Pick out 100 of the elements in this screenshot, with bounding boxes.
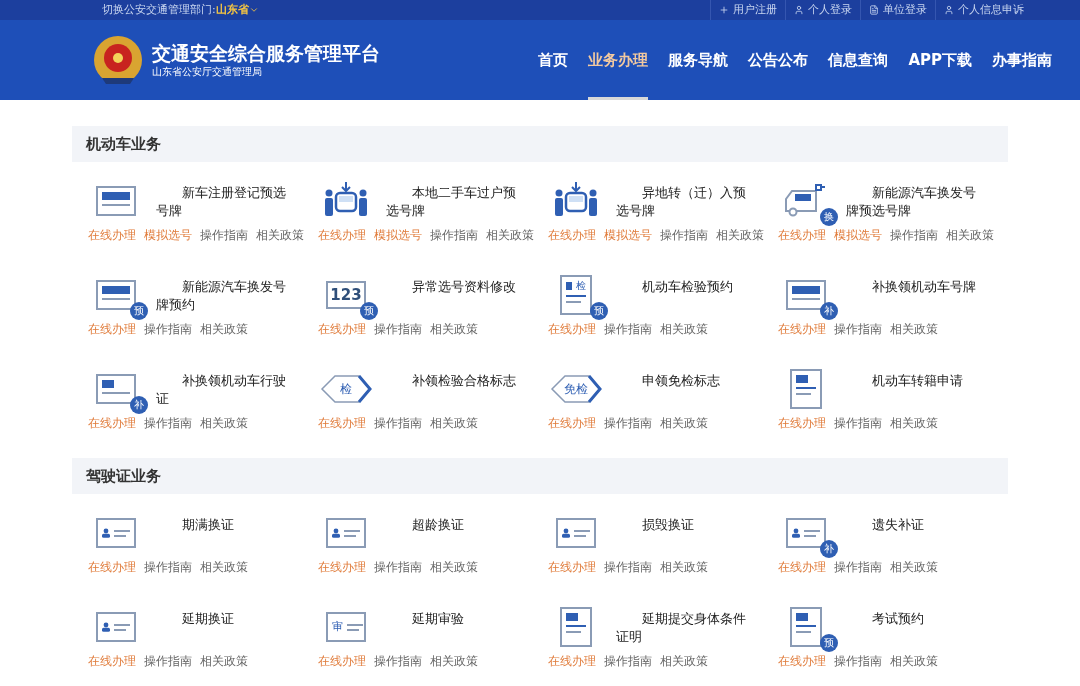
form-icon	[790, 369, 822, 409]
service-link[interactable]: 相关政策	[890, 320, 938, 338]
service-link[interactable]: 相关政策	[430, 652, 478, 670]
diamond-sign-icon: 检	[320, 374, 372, 404]
plate-icon	[96, 186, 136, 216]
service-link[interactable]: 操作指南	[604, 414, 652, 432]
section-title: 驾驶证业务	[86, 465, 161, 487]
badge: 预	[590, 302, 608, 320]
service-title[interactable]: 延期换证	[156, 606, 296, 628]
id-card-icon: 审	[326, 612, 366, 642]
badge: 补	[130, 396, 148, 414]
badge: 预	[360, 302, 378, 320]
caret-icon	[248, 5, 259, 15]
badge: 补	[820, 540, 838, 558]
service-title[interactable]: 超龄换证	[386, 512, 526, 534]
service-link[interactable]: 操作指南	[200, 226, 248, 244]
service-title[interactable]: 期满换证	[156, 512, 296, 534]
nav-tab[interactable]: 信息查询	[828, 20, 889, 100]
plate-icon	[786, 280, 826, 310]
service-link[interactable]: 相关政策	[890, 652, 938, 670]
service-link[interactable]: 操作指南	[890, 226, 938, 244]
service-link[interactable]: 相关政策	[430, 414, 478, 432]
nav-tab[interactable]: 业务办理	[588, 20, 649, 100]
service-link[interactable]: 操作指南	[374, 414, 422, 432]
service-link[interactable]: 相关政策	[716, 226, 764, 244]
nav-tab[interactable]: 办事指南	[992, 20, 1052, 100]
plate-icon	[96, 280, 136, 310]
id-card-icon	[96, 612, 136, 642]
service-title[interactable]: 补领检验合格标志	[386, 368, 526, 390]
service-title[interactable]: 申领免检标志	[616, 368, 756, 390]
service-link[interactable]: 相关政策	[890, 558, 938, 576]
service-link[interactable]: 操作指南	[374, 320, 422, 338]
id-card-icon	[326, 518, 366, 548]
service-title[interactable]: 异常选号资料修改	[386, 274, 526, 296]
user-icon	[794, 5, 804, 15]
service-link[interactable]: 相关政策	[200, 320, 248, 338]
service-title[interactable]: 本地二手车过户预选号牌	[386, 180, 526, 220]
service-link[interactable]: 相关政策	[660, 652, 708, 670]
plus-icon	[719, 5, 729, 15]
service-link[interactable]: 相关政策	[200, 414, 248, 432]
nav-tab[interactable]: 公告公布	[748, 20, 809, 100]
service-title[interactable]: 新能源汽车换发号牌预选号牌	[846, 180, 986, 220]
service-title[interactable]: 机动车检验预约	[616, 274, 756, 296]
user-icon	[944, 5, 954, 15]
service-title[interactable]: 考试预约	[846, 606, 986, 628]
service-link[interactable]: 操作指南	[144, 414, 192, 432]
id-card-icon	[96, 518, 136, 548]
service-title[interactable]: 延期审验	[386, 606, 526, 628]
service-link[interactable]: 操作指南	[834, 414, 882, 432]
document-icon	[869, 5, 879, 15]
service-link[interactable]: 相关政策	[430, 320, 478, 338]
service-link[interactable]: 相关政策	[256, 226, 304, 244]
service-link[interactable]: 相关政策	[200, 558, 248, 576]
card-icon	[96, 374, 136, 404]
section-title: 机动车业务	[86, 133, 161, 155]
service-title[interactable]: 损毁换证	[616, 512, 756, 534]
service-link[interactable]: 操作指南	[144, 652, 192, 670]
id-card-icon	[786, 518, 826, 548]
service-link[interactable]: 相关政策	[660, 320, 708, 338]
id-card-icon	[556, 518, 596, 548]
service-title[interactable]: 延期提交身体条件证明	[616, 606, 756, 646]
service-link[interactable]: 操作指南	[604, 558, 652, 576]
nav-tab[interactable]: 服务导航	[668, 20, 729, 100]
service-title[interactable]: 机动车转籍申请	[846, 368, 986, 390]
site-title: 交通安全综合服务管理平台	[152, 43, 380, 63]
form-icon	[790, 607, 822, 647]
service-title[interactable]: 新车注册登记预选号牌	[156, 180, 296, 220]
service-link[interactable]: 相关政策	[430, 558, 478, 576]
service-title[interactable]: 遗失补证	[846, 512, 986, 534]
service-link[interactable]: 操作指南	[430, 226, 478, 244]
service-link[interactable]: 操作指南	[604, 320, 652, 338]
service-link[interactable]: 相关政策	[946, 226, 994, 244]
badge: 预	[820, 634, 838, 652]
service-link[interactable]: 相关政策	[200, 652, 248, 670]
emblem-icon	[92, 34, 144, 86]
service-title[interactable]: 补换领机动车号牌	[846, 274, 986, 296]
service-link[interactable]: 操作指南	[834, 558, 882, 576]
badge: 补	[820, 302, 838, 320]
service-link[interactable]: 操作指南	[144, 558, 192, 576]
diamond-sign-icon: 免检	[550, 374, 602, 404]
service-title[interactable]: 新能源汽车换发号牌预约	[156, 274, 296, 314]
badge: 换	[820, 208, 838, 226]
service-link[interactable]: 操作指南	[604, 652, 652, 670]
department-label: 切换公安交通管理部门:	[102, 1, 216, 18]
nav-tab[interactable]: APP下载	[908, 20, 972, 100]
service-title[interactable]: 补换领机动车行驶证	[156, 368, 296, 408]
service-link[interactable]: 相关政策	[660, 558, 708, 576]
service-link[interactable]: 相关政策	[486, 226, 534, 244]
service-title[interactable]: 异地转（迁）入预选号牌	[616, 180, 756, 220]
service-link[interactable]: 操作指南	[374, 558, 422, 576]
service-link[interactable]: 相关政策	[890, 414, 938, 432]
service-link[interactable]: 操作指南	[144, 320, 192, 338]
form-icon: 检	[560, 275, 592, 315]
service-link[interactable]: 操作指南	[834, 320, 882, 338]
nav-tab[interactable]: 首页	[538, 20, 569, 100]
service-link[interactable]: 操作指南	[660, 226, 708, 244]
site-subtitle: 山东省公安厅交通管理局	[152, 66, 263, 77]
service-link[interactable]: 操作指南	[834, 652, 882, 670]
service-link[interactable]: 相关政策	[660, 414, 708, 432]
service-link[interactable]: 操作指南	[374, 652, 422, 670]
